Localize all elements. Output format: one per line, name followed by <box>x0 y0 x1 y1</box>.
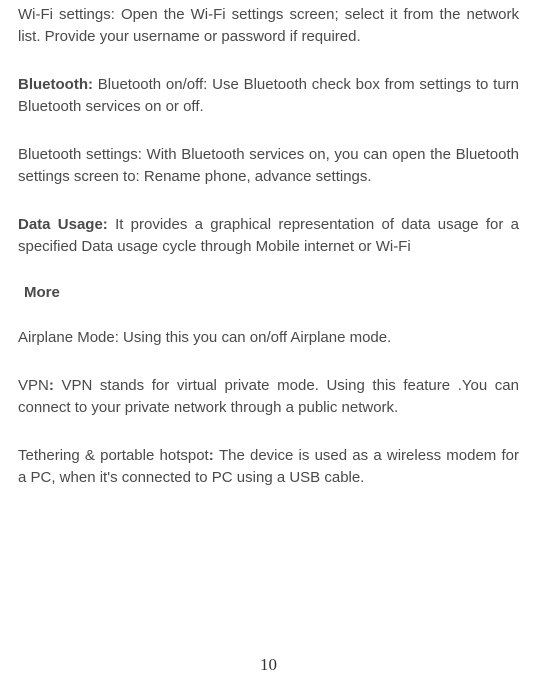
paragraph-vpn: VPN: VPN stands for virtual private mode… <box>18 375 519 419</box>
bluetooth-lead: Bluetooth: <box>18 76 98 93</box>
paragraph-data-usage: Data Usage: It provides a graphical repr… <box>18 214 519 258</box>
vpn-body: VPN stands for virtual private mode. Usi… <box>18 377 519 416</box>
document-page: Wi-Fi settings: Open the Wi-Fi settings … <box>0 0 537 691</box>
paragraph-tethering: Tethering & portable hotspot: The device… <box>18 445 519 489</box>
paragraph-bluetooth-settings: Bluetooth settings: With Bluetooth servi… <box>18 144 519 188</box>
vpn-prefix: VPN <box>18 377 49 394</box>
data-usage-lead: Data Usage: <box>18 216 115 233</box>
paragraph-wifi-settings: Wi-Fi settings: Open the Wi-Fi settings … <box>18 0 519 48</box>
vpn-colon: : <box>49 377 62 394</box>
page-number: 10 <box>0 655 537 675</box>
tether-prefix: Tethering & portable hotspot <box>18 447 209 464</box>
paragraph-bluetooth: Bluetooth: Bluetooth on/off: Use Bluetoo… <box>18 74 519 118</box>
more-heading: More <box>24 284 519 301</box>
tether-colon: : <box>209 447 219 464</box>
paragraph-airplane: Airplane Mode: Using this you can on/off… <box>18 327 519 349</box>
